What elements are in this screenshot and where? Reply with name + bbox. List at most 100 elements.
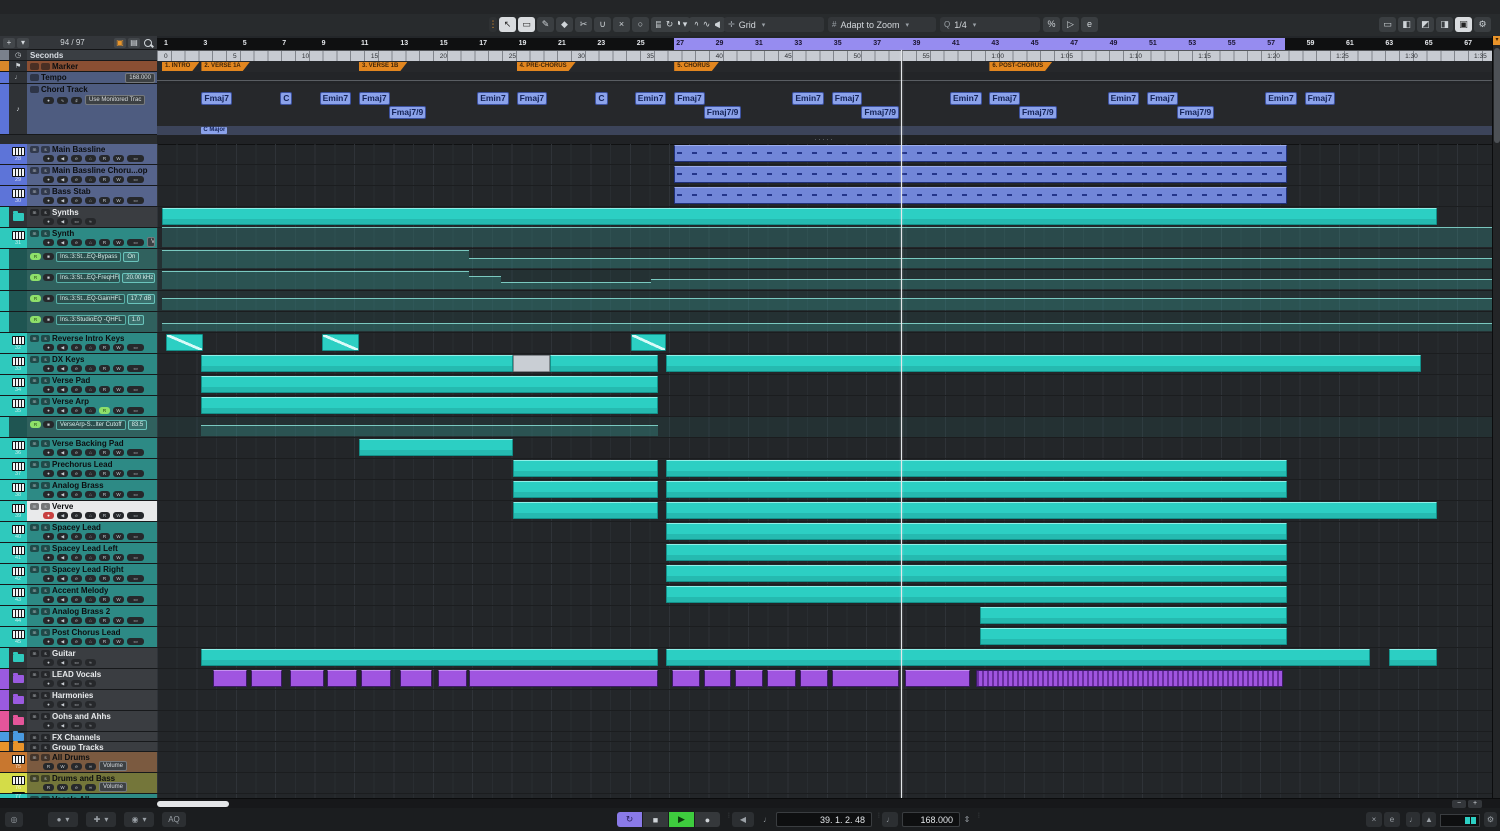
marker-flag[interactable]: 6. POST-CHORUS [989,62,1052,71]
mute-button[interactable]: m [30,713,39,720]
track-control-button[interactable]: W [113,176,124,183]
solo-button[interactable]: s [41,167,50,174]
automation-value-field[interactable]: 83.5 [128,420,148,430]
track-lock-button[interactable]: ▣ [114,38,126,48]
track-row-analog-brass[interactable]: 38msAnalog Brass●◀e⌂RW▭ [0,480,157,501]
object-selection-tool[interactable]: ↖ [499,17,516,32]
track-control-button[interactable]: ● [43,470,54,477]
track-lane[interactable] [157,690,1492,711]
mini-button[interactable]: ∿ [57,97,68,104]
solo-button[interactable]: s [41,713,50,720]
solo-button[interactable]: s [41,629,50,636]
track-control-button[interactable]: W [113,491,124,498]
channel-button[interactable]: e [71,784,82,791]
mini-button[interactable] [30,63,39,70]
mute-button[interactable]: m [30,377,39,384]
volume-parameter-label[interactable]: Volume [147,237,155,247]
record-button[interactable]: ● [695,812,720,827]
folder-button[interactable]: ≈ [85,659,96,666]
solo-button[interactable]: s [41,545,50,552]
automation-parameter-name[interactable]: VerseArp-S...lter Cutoff [56,420,126,430]
track-control-button[interactable]: ● [43,407,54,414]
output-routing-button[interactable]: ▭ [127,617,144,624]
track-control-button[interactable]: e [71,155,82,162]
track-lane[interactable] [157,354,1492,375]
tempo-track-button[interactable]: ♩ [882,812,898,827]
mute-button[interactable]: m [30,629,39,636]
zoom-window-button[interactable] [33,4,40,11]
track-lane[interactable] [157,459,1492,480]
track-control-button[interactable]: ◀ [57,407,68,414]
audio-event[interactable] [666,544,1287,561]
stop-button[interactable]: ■ [643,812,668,827]
track-control-button[interactable]: e [71,617,82,624]
track-control-button[interactable]: ● [43,554,54,561]
track-row-spacey-lead-left[interactable]: 41msSpacey Lead Left●◀e⌂RW▭ [0,543,157,564]
track-control-button[interactable]: ◀ [57,533,68,540]
playhead-cursor[interactable] [901,50,902,798]
track-control-button[interactable]: R [99,596,110,603]
audio-event[interactable] [976,670,1283,687]
track-control-button[interactable]: ◀ [57,365,68,372]
track-lane[interactable] [157,564,1492,585]
track-control-button[interactable]: W [113,554,124,561]
track-control-button[interactable]: W [113,155,124,162]
mute-button[interactable]: m [30,566,39,573]
solo-button[interactable]: s [41,440,50,447]
mute-button[interactable]: m [30,146,39,153]
project-position-display[interactable]: 39. 1. 2. 48 [776,812,872,827]
keyboard-focus-button[interactable]: ▤ [128,38,140,48]
output-routing-button[interactable]: ▭ [127,533,144,540]
track-control-button[interactable]: ● [43,155,54,162]
range-selection-tool[interactable]: ▭ [518,17,535,32]
track-control-button[interactable]: W [113,407,124,414]
chord-event[interactable]: C [280,92,292,105]
audio-record-mode-dropdown[interactable]: ◉▾ [124,812,154,827]
track-row-synths[interactable]: msSynths●◀▭≈ [0,207,157,228]
track-control-button[interactable]: ● [43,386,54,393]
zoom-tool[interactable]: ○ [632,17,649,32]
snap-type-button[interactable]: ∿ [698,17,715,32]
channel-button[interactable]: W [57,784,68,791]
audio-event[interactable] [201,355,512,372]
output-routing-button[interactable]: ▭ [127,470,144,477]
track-row-synth[interactable]: 31msSynth●◀e⌂RW▭Volume [0,228,157,249]
track-lane[interactable] [157,543,1492,564]
track-control-button[interactable]: R [99,386,110,393]
mute-button[interactable]: m [30,335,39,342]
lower-zone-button[interactable]: ◩ [1417,17,1434,32]
volume-parameter-label[interactable]: Volume [99,761,127,771]
mute-button[interactable]: m [30,188,39,195]
track-row-ins-3-st-eq-freqhfl[interactable]: R■Ins.:3:St...EQ-FreqHFL20.00 kHz [0,270,157,291]
channel-button[interactable]: e [71,763,82,770]
folder-button[interactable]: ◀ [57,722,68,729]
track-control-button[interactable]: ◀ [57,617,68,624]
track-row-spacey-lead[interactable]: 40msSpacey Lead●◀e⌂RW▭ [0,522,157,543]
midi-event[interactable] [674,166,1287,183]
channel-button[interactable]: ∞ [85,763,96,770]
track-control-button[interactable]: W [113,638,124,645]
left-zone-button[interactable]: ◧ [1398,17,1415,32]
folder-button[interactable]: ◀ [57,659,68,666]
punch-edit-button[interactable]: e [1384,812,1400,827]
solo-button[interactable]: s [41,734,50,741]
track-control-button[interactable]: ⌂ [85,638,96,645]
channel-button[interactable]: ∞ [85,784,96,791]
chord-event[interactable]: Fmaj7/9 [1177,106,1215,119]
audio-event[interactable] [513,355,550,372]
autoscroll-dropdown[interactable]: ▾ [680,17,690,32]
mini-button[interactable] [30,74,39,81]
track-control-button[interactable]: W [113,344,124,351]
track-visibility-button[interactable]: ▾ [17,38,29,48]
track-lane[interactable] [157,606,1492,627]
folder-button[interactable]: ▭ [71,659,82,666]
chord-event[interactable]: Fmaj7 [1305,92,1336,105]
volume-parameter-label[interactable]: Volume [99,782,127,792]
solo-button[interactable]: s [41,650,50,657]
track-control-button[interactable]: R [99,365,110,372]
audio-event[interactable] [800,670,828,687]
audio-alignment-button[interactable]: ▷ [1062,17,1079,32]
audio-event[interactable] [666,355,1421,372]
audio-event[interactable] [201,376,658,393]
marker-flag[interactable]: 3. VERSE 1B [359,62,407,71]
